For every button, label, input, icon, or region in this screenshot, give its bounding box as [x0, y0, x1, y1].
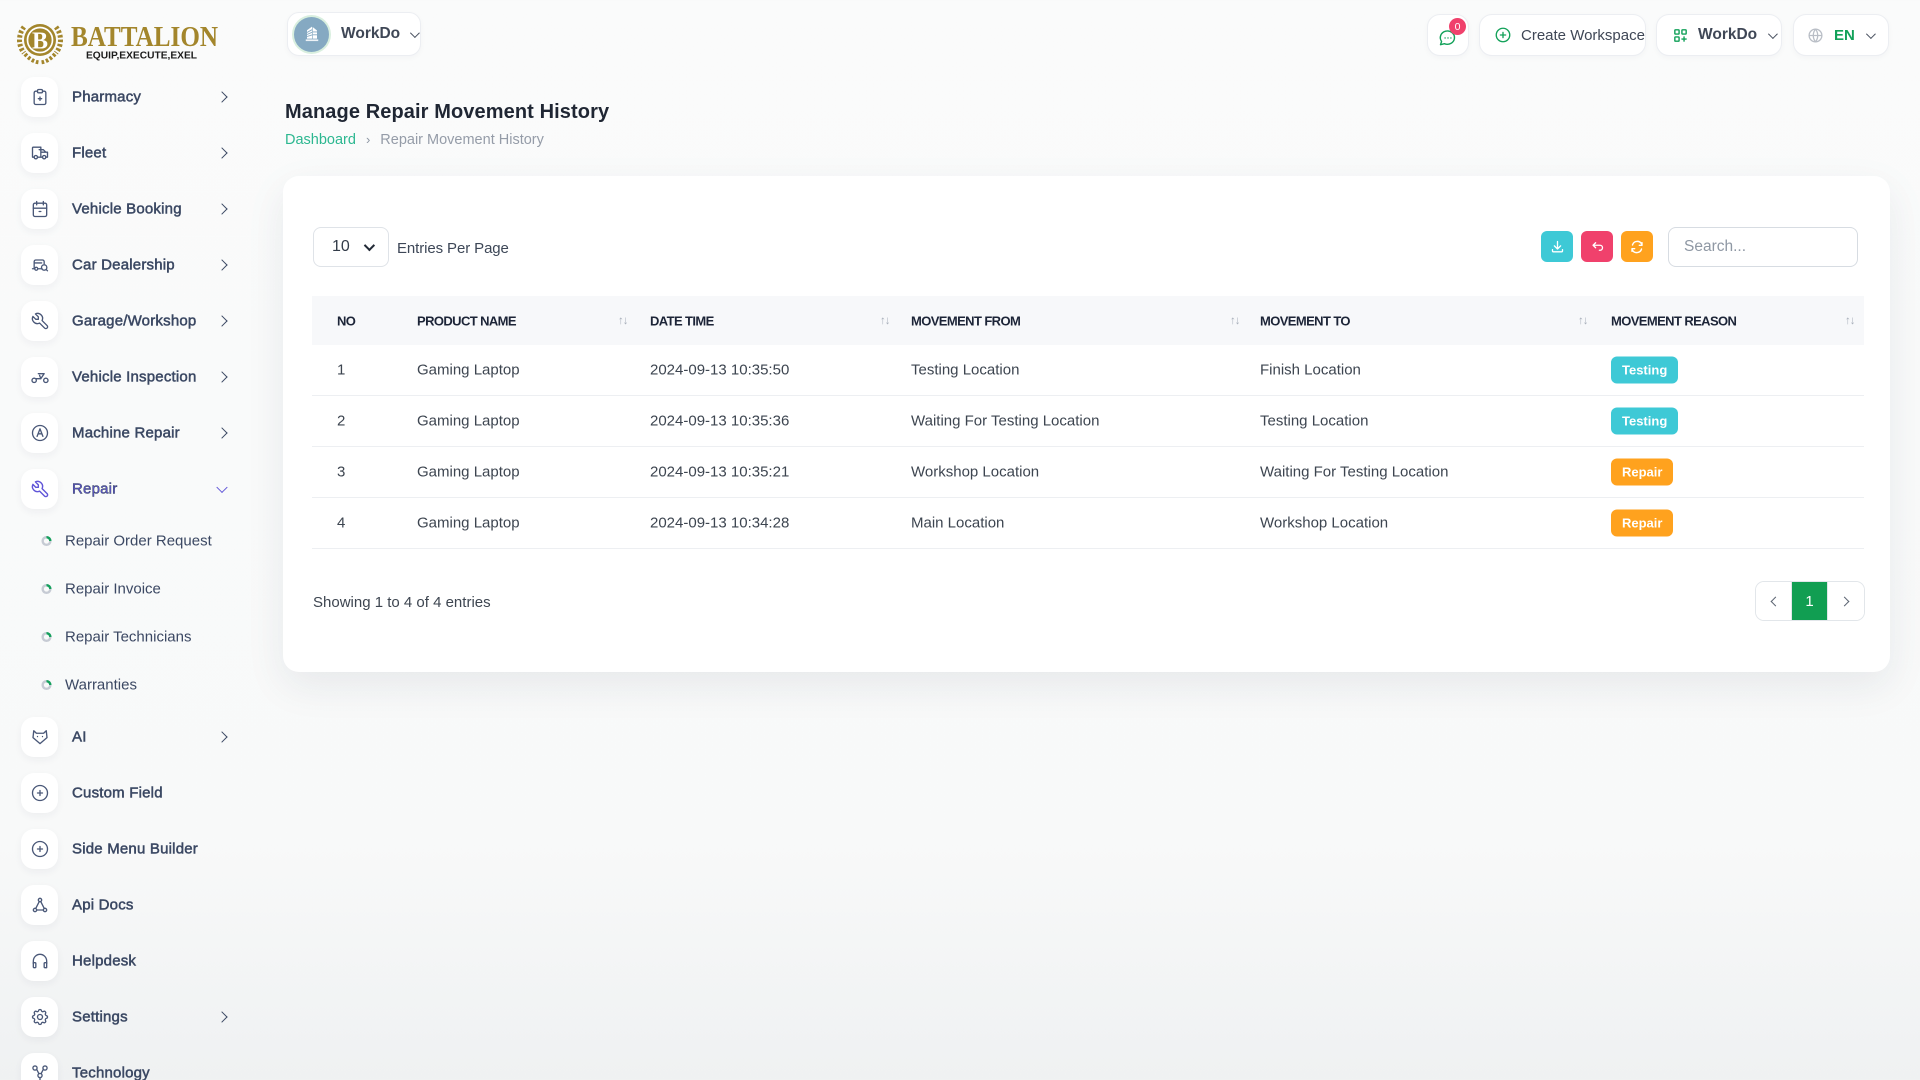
svg-text:EQUIP,EXECUTE,EXEL: EQUIP,EXECUTE,EXEL: [86, 51, 197, 62]
svg-text:B: B: [32, 29, 48, 55]
svg-text:BATTALION: BATTALION: [71, 22, 218, 53]
